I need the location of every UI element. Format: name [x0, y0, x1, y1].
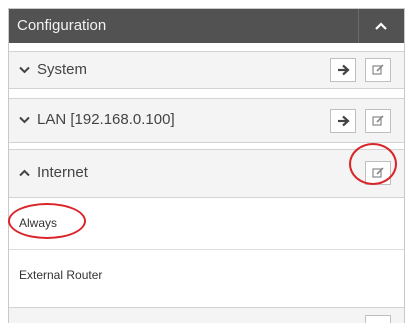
internet-option-label: External Router [19, 268, 103, 282]
chevron-up-icon [19, 169, 30, 177]
arrow-right-icon [338, 64, 350, 76]
lan-edit-button[interactable] [365, 109, 391, 133]
internet-option[interactable]: External Router [9, 250, 404, 300]
section-internet-label: Internet [37, 164, 88, 181]
section-next[interactable] [9, 307, 404, 323]
chevron-down-icon [19, 66, 30, 74]
section-system-label: System [37, 61, 88, 78]
internet-edit-button[interactable] [365, 161, 391, 185]
arrow-right-icon [338, 115, 350, 127]
collapse-panel-button[interactable] [359, 9, 404, 43]
edit-icon [372, 167, 384, 178]
lan-navigate-button[interactable] [330, 109, 356, 133]
section-lan[interactable]: LAN [192.168.0.100] [9, 98, 404, 143]
panel-title: Configuration [17, 17, 107, 34]
section-internet[interactable]: Internet [9, 149, 404, 198]
panel-header: Configuration [9, 9, 404, 43]
section-system[interactable]: System [9, 51, 404, 89]
internet-option-label: Always [19, 216, 58, 230]
system-edit-button[interactable] [365, 58, 391, 82]
section-lan-label: LAN [192.168.0.100] [37, 111, 175, 128]
chevron-up-icon [375, 22, 387, 30]
edit-icon [372, 115, 384, 126]
internet-option[interactable]: Always [9, 198, 404, 249]
system-navigate-button[interactable] [330, 58, 356, 82]
chevron-down-icon [19, 116, 30, 124]
configuration-panel: Configuration System LAN [192.168.0.100]… [8, 8, 405, 323]
edit-icon [372, 64, 384, 75]
